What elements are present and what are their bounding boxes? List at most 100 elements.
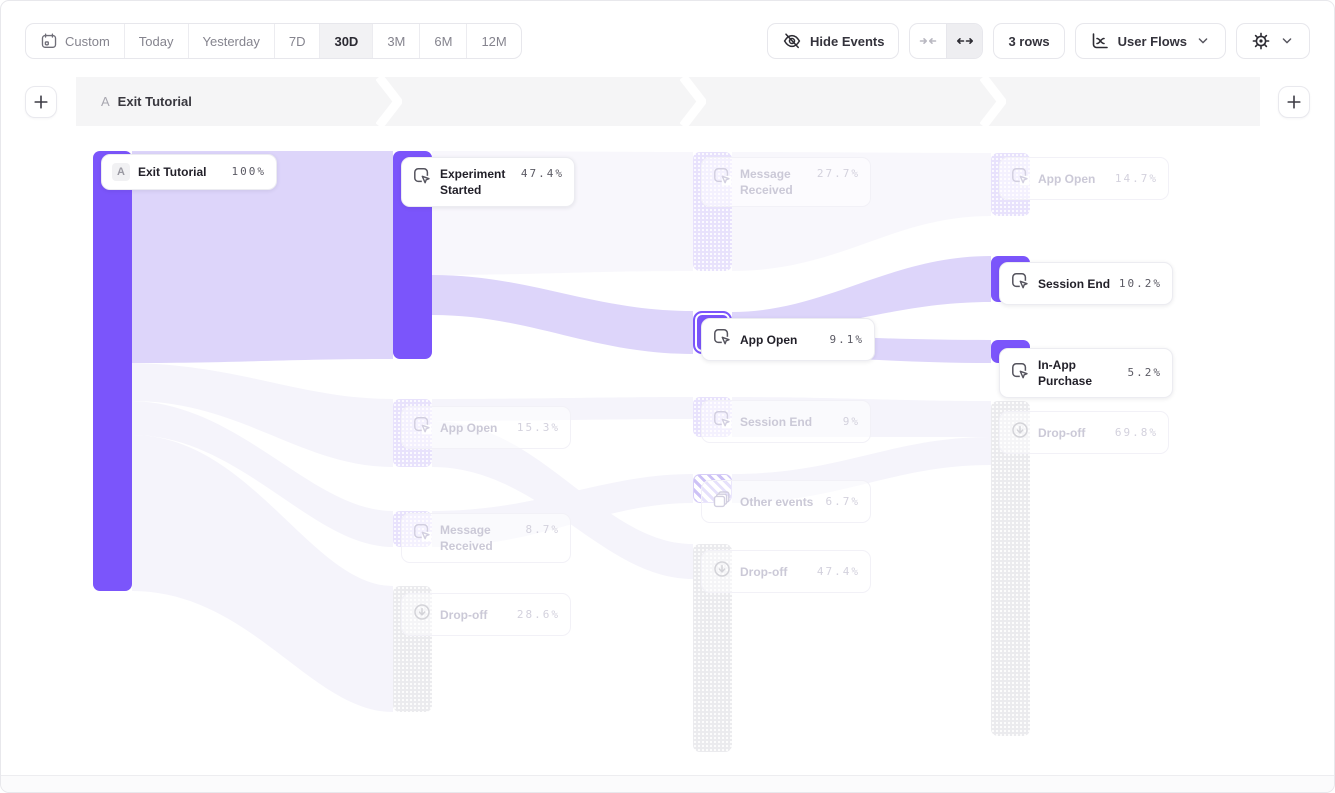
- node-label: Drop-off: [1038, 425, 1085, 441]
- node-value: 10.2%: [1119, 276, 1162, 292]
- card-drop-off-step2[interactable]: Drop-off 28.6%: [401, 593, 571, 636]
- node-label: Exit Tutorial: [138, 164, 206, 180]
- card-app-open-step4[interactable]: App Open 14.7%: [999, 157, 1169, 200]
- node-value: 8.7%: [526, 522, 561, 538]
- user-flows-page: Custom Today Yesterday 7D 30D 3M 6M 12M …: [0, 0, 1335, 793]
- calendar-icon: [40, 32, 58, 50]
- node-label: Message Received: [440, 522, 518, 554]
- node-value: 47.4%: [817, 564, 860, 580]
- date-range-label: 12M: [481, 34, 506, 49]
- view-selector[interactable]: User Flows: [1075, 23, 1226, 59]
- node-value: 47.4%: [521, 166, 564, 182]
- node-label: Experiment Started: [440, 166, 513, 198]
- toolbar: Custom Today Yesterday 7D 30D 3M 6M 12M …: [25, 23, 1310, 59]
- date-range-label: Custom: [65, 34, 110, 49]
- node-label: Message Received: [740, 166, 809, 198]
- card-drop-off-step4[interactable]: Drop-off 69.8%: [999, 411, 1169, 454]
- node-label: Other events: [740, 494, 813, 510]
- chevron-down-icon: [1195, 33, 1211, 49]
- rows-button[interactable]: 3 rows: [993, 23, 1064, 59]
- row-event-name: Exit Tutorial: [118, 94, 192, 109]
- date-range-12m[interactable]: 12M: [467, 24, 520, 58]
- step-chevron-icon: [376, 77, 402, 126]
- spacing-toggle: [909, 23, 983, 59]
- node-exit-tutorial[interactable]: [93, 151, 132, 591]
- node-value: 9%: [843, 414, 860, 430]
- node-label: In-App Purchase: [1038, 357, 1120, 389]
- add-step-button[interactable]: [1278, 86, 1310, 118]
- node-value: 14.7%: [1115, 171, 1158, 187]
- node-label: App Open: [440, 420, 497, 436]
- hide-events-label: Hide Events: [810, 34, 884, 49]
- card-in-app-purchase-step4[interactable]: In-App Purchase 5.2%: [999, 348, 1173, 398]
- step-chevron-icon: [980, 77, 1006, 126]
- node-value: 9.1%: [830, 332, 865, 348]
- view-selector-label: User Flows: [1118, 34, 1187, 49]
- date-range-yesterday[interactable]: Yesterday: [189, 24, 275, 58]
- card-exit-tutorial[interactable]: A Exit Tutorial 100%: [101, 154, 277, 190]
- card-other-events-step3[interactable]: Other events 6.7%: [701, 480, 871, 523]
- rows-label: 3 rows: [1008, 34, 1049, 49]
- node-label: Session End: [1038, 276, 1110, 292]
- collapse-columns-button[interactable]: [910, 24, 946, 58]
- flow-row-label: A Exit Tutorial: [76, 94, 192, 109]
- flow-row-band: A Exit Tutorial: [76, 77, 1260, 126]
- card-session-end-step4[interactable]: Session End 10.2%: [999, 262, 1173, 305]
- node-value: 28.6%: [517, 607, 560, 623]
- date-range-7d[interactable]: 7D: [275, 24, 321, 58]
- date-range-30d[interactable]: 30D: [320, 24, 373, 58]
- event-icon: [412, 522, 432, 547]
- eye-off-icon: [782, 31, 802, 51]
- date-range-control: Custom Today Yesterday 7D 30D 3M 6M 12M: [25, 23, 522, 59]
- event-icon: [712, 166, 732, 191]
- horizontal-scroll-track[interactable]: [1, 775, 1334, 792]
- node-label: App Open: [1038, 171, 1095, 187]
- node-value: 69.8%: [1115, 425, 1158, 441]
- chevron-down-icon: [1279, 33, 1295, 49]
- sankey-canvas: A Exit Tutorial 100% Experiment Started …: [1, 129, 1335, 776]
- drop-off-icon: [712, 559, 732, 584]
- event-icon: [712, 409, 732, 434]
- arrows-expand-icon: [955, 31, 975, 51]
- event-icon: [712, 327, 732, 352]
- date-range-custom[interactable]: Custom: [26, 24, 125, 58]
- node-value: 27.7%: [817, 166, 860, 182]
- card-experiment-started[interactable]: Experiment Started 47.4%: [401, 157, 575, 207]
- expand-columns-button[interactable]: [946, 24, 982, 58]
- date-range-label: 7D: [289, 34, 306, 49]
- node-label: Drop-off: [740, 564, 787, 580]
- date-range-today[interactable]: Today: [125, 24, 189, 58]
- date-range-label: 30D: [334, 34, 358, 49]
- date-range-label: 3M: [387, 34, 405, 49]
- card-message-received-step3[interactable]: Message Received 27.7%: [701, 157, 871, 207]
- gear-icon: [1251, 31, 1271, 51]
- arrows-collapse-icon: [918, 31, 938, 51]
- settings-menu[interactable]: [1236, 23, 1310, 59]
- card-session-end-step3[interactable]: Session End 9%: [701, 400, 871, 443]
- row-letter: A: [101, 94, 110, 109]
- card-message-received-step2[interactable]: Message Received 8.7%: [401, 513, 571, 563]
- user-flows-icon: [1090, 31, 1110, 51]
- node-label: Session End: [740, 414, 812, 430]
- hide-events-button[interactable]: Hide Events: [767, 23, 899, 59]
- flow-header: A Exit Tutorial: [25, 77, 1310, 126]
- drop-off-icon: [1010, 420, 1030, 445]
- date-range-label: Today: [139, 34, 174, 49]
- drop-off-icon: [412, 602, 432, 627]
- date-range-3m[interactable]: 3M: [373, 24, 420, 58]
- event-icon: [1010, 271, 1030, 296]
- event-icon: [412, 415, 432, 440]
- node-label: Drop-off: [440, 607, 487, 623]
- card-app-open-step3[interactable]: App Open 9.1%: [701, 318, 875, 361]
- toolbar-right: Hide Events 3 rows User Flows: [767, 23, 1310, 59]
- event-icon: [1010, 361, 1030, 386]
- card-drop-off-step3[interactable]: Drop-off 47.4%: [701, 550, 871, 593]
- event-icon: [1010, 166, 1030, 191]
- date-range-6m[interactable]: 6M: [420, 24, 467, 58]
- card-app-open-step2[interactable]: App Open 15.3%: [401, 406, 571, 449]
- row-letter-badge: A: [112, 163, 130, 181]
- node-value: 100%: [232, 164, 267, 180]
- node-value: 6.7%: [826, 494, 861, 510]
- add-row-button[interactable]: [25, 86, 57, 118]
- node-value: 15.3%: [517, 420, 560, 436]
